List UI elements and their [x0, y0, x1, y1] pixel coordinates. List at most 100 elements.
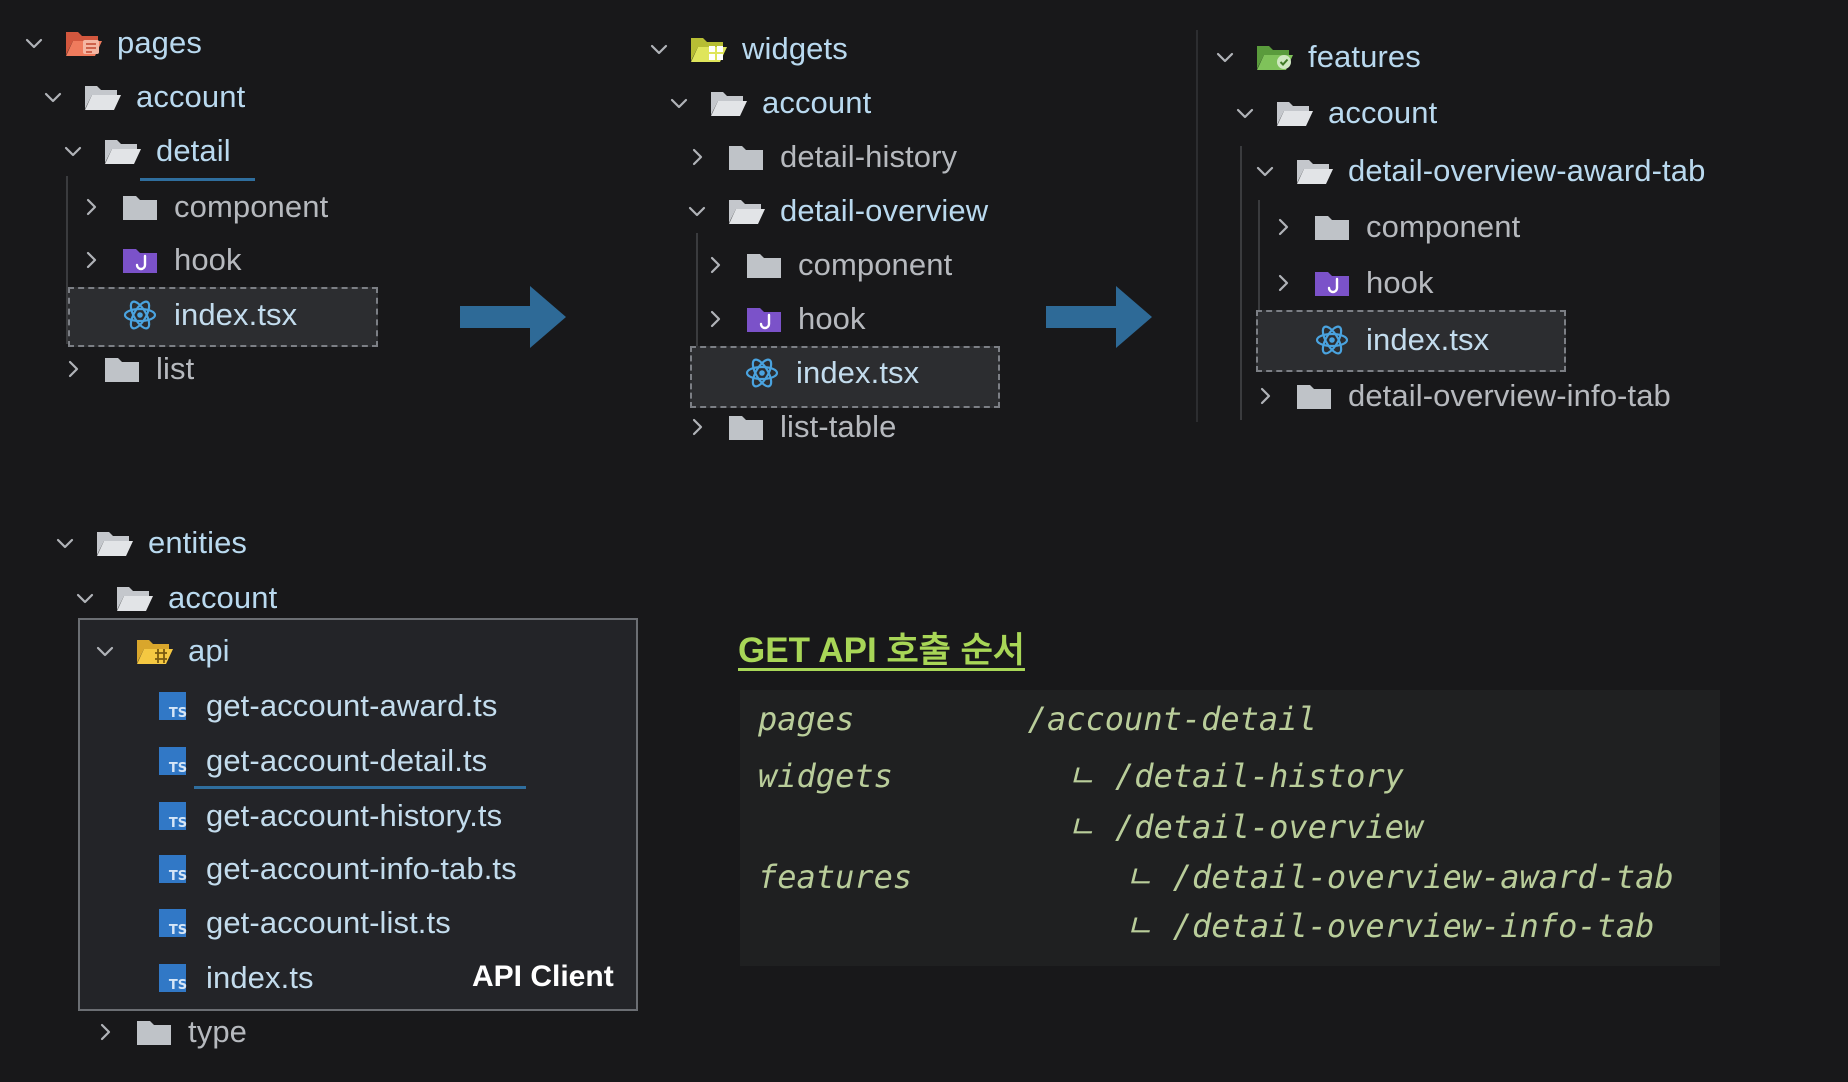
tree-item-hook[interactable]: hook — [1272, 256, 1434, 310]
tree-item-label: list — [156, 351, 195, 386]
tree-item-ts-file[interactable]: index.ts — [152, 951, 314, 1005]
tree-item-account[interactable]: account — [74, 571, 277, 625]
tree-item-hook[interactable]: hook — [704, 292, 866, 346]
tree-item-account[interactable]: account — [668, 76, 871, 130]
chevron-right-icon[interactable] — [94, 1021, 116, 1043]
folder-icon — [134, 1015, 174, 1049]
chevron-right-icon[interactable] — [80, 196, 102, 218]
tree-item-ts-file[interactable]: get-account-history.ts — [152, 789, 502, 843]
folder-icon — [1294, 379, 1334, 413]
tree-item-account[interactable]: account — [1234, 86, 1437, 140]
tree-item-label: api — [188, 633, 230, 668]
folder-icon — [1312, 210, 1352, 244]
tree-item-widgets[interactable]: widgets — [648, 22, 848, 76]
chevron-right-icon[interactable] — [62, 358, 84, 380]
folder-open-icon — [82, 80, 122, 114]
tree-item-label: type — [188, 1014, 247, 1049]
chevron-right-icon[interactable] — [704, 254, 726, 276]
chevron-down-icon[interactable] — [1254, 160, 1276, 182]
typescript-file-icon — [152, 799, 192, 833]
tree-item-list[interactable]: list — [62, 342, 194, 396]
chevron-down-icon[interactable] — [42, 86, 64, 108]
folder-icon — [102, 352, 142, 386]
tree-item-pages[interactable]: pages — [23, 16, 202, 70]
tree-item-label: hook — [1366, 265, 1434, 300]
typescript-file-icon — [152, 961, 192, 995]
tree-item-label: account — [136, 79, 246, 114]
typescript-file-icon — [152, 852, 192, 886]
tree-item-ts-file[interactable]: get-account-info-tab.ts — [152, 842, 517, 896]
chevron-right-icon[interactable] — [80, 249, 102, 271]
tree-item-label: component — [174, 189, 329, 224]
tree-item-detail-history[interactable]: detail-history — [686, 130, 957, 184]
chevron-down-icon[interactable] — [74, 587, 96, 609]
folder-open-icon — [94, 526, 134, 560]
tree-item-index-file[interactable]: index.tsx — [1312, 313, 1489, 367]
chevron-down-icon[interactable] — [94, 640, 116, 662]
tree-item-index-file[interactable]: index.tsx — [120, 288, 297, 342]
chevron-down-icon[interactable] — [62, 140, 84, 162]
folder-open-icon — [726, 194, 766, 228]
tree-item-hook[interactable]: hook — [80, 233, 242, 287]
tree-item-label: widgets — [742, 31, 848, 66]
api-client-label: API Client — [472, 960, 614, 993]
tree-item-label: account — [1328, 95, 1438, 130]
tree-item-list-table[interactable]: list-table — [686, 400, 896, 454]
chevron-down-icon[interactable] — [54, 532, 76, 554]
tree-item-component[interactable]: component — [704, 238, 952, 292]
tree-item-label: detail-overview-info-tab — [1348, 378, 1671, 413]
chevron-down-icon[interactable] — [648, 38, 670, 60]
tree-item-component[interactable]: component — [1272, 200, 1520, 254]
tree-item-label: index.tsx — [174, 297, 298, 332]
hook-folder-icon — [1312, 266, 1352, 300]
tree-item-account[interactable]: account — [42, 70, 245, 124]
api-folder-icon — [134, 634, 174, 668]
tree-item-ts-file[interactable]: get-account-award.ts — [152, 679, 497, 733]
chevron-down-icon[interactable] — [686, 200, 708, 222]
tree-item-detail-overview-award-tab[interactable]: detail-overview-award-tab — [1254, 144, 1705, 198]
folder-open-icon — [1294, 154, 1334, 188]
tree-item-label: account — [168, 580, 278, 615]
code-line: widgets ㄴ /detail-history — [758, 757, 1404, 795]
react-icon — [120, 298, 160, 332]
folder-icon — [726, 410, 766, 444]
tree-item-detail-overview-info-tab[interactable]: detail-overview-info-tab — [1254, 369, 1671, 423]
api-order-title: GET API 호출 순서 — [738, 631, 1025, 670]
tree-item-entities[interactable]: entities — [54, 516, 247, 570]
folder-icon — [744, 248, 784, 282]
tree-item-api[interactable]: api — [94, 624, 230, 678]
chevron-down-icon[interactable] — [668, 92, 690, 114]
chevron-right-icon[interactable] — [704, 308, 726, 330]
flow-arrow-icon — [1046, 286, 1152, 348]
tree-item-label: index.tsx — [1366, 322, 1490, 357]
api-order-code-block: pages /account-detail widgets ㄴ /detail-… — [740, 690, 1720, 966]
pages-folder-icon — [63, 26, 103, 60]
tree-item-features[interactable]: features — [1214, 30, 1421, 84]
tree-item-label: detail-history — [780, 139, 958, 174]
hook-folder-icon — [120, 243, 160, 277]
chevron-right-icon[interactable] — [1254, 385, 1276, 407]
tree-item-ts-file[interactable]: get-account-list.ts — [152, 896, 451, 950]
chevron-right-icon[interactable] — [686, 146, 708, 168]
code-line: pages /account-detail — [758, 700, 1317, 738]
chevron-right-icon[interactable] — [1272, 272, 1294, 294]
tree-item-label: detail-overview-award-tab — [1348, 153, 1706, 188]
chevron-down-icon[interactable] — [23, 32, 45, 54]
chevron-right-icon[interactable] — [1272, 216, 1294, 238]
folder-icon — [120, 190, 160, 224]
folder-open-icon — [708, 86, 748, 120]
tree-item-label: index.ts — [206, 960, 314, 995]
tree-item-index-file[interactable]: index.tsx — [742, 346, 919, 400]
tree-item-label: account — [762, 85, 872, 120]
tree-item-detail-overview[interactable]: detail-overview — [686, 184, 988, 238]
folder-open-icon — [1274, 96, 1314, 130]
tree-item-type[interactable]: type — [94, 1005, 247, 1059]
tree-item-label: get-account-history.ts — [206, 798, 503, 833]
tree-item-detail[interactable]: detail — [62, 124, 231, 178]
tree-item-component[interactable]: component — [80, 180, 328, 234]
chevron-down-icon[interactable] — [1234, 102, 1256, 124]
chevron-right-icon[interactable] — [686, 416, 708, 438]
tree-item-label: get-account-list.ts — [206, 905, 451, 940]
tree-item-ts-file[interactable]: get-account-detail.ts — [152, 734, 487, 788]
chevron-down-icon[interactable] — [1214, 46, 1236, 68]
